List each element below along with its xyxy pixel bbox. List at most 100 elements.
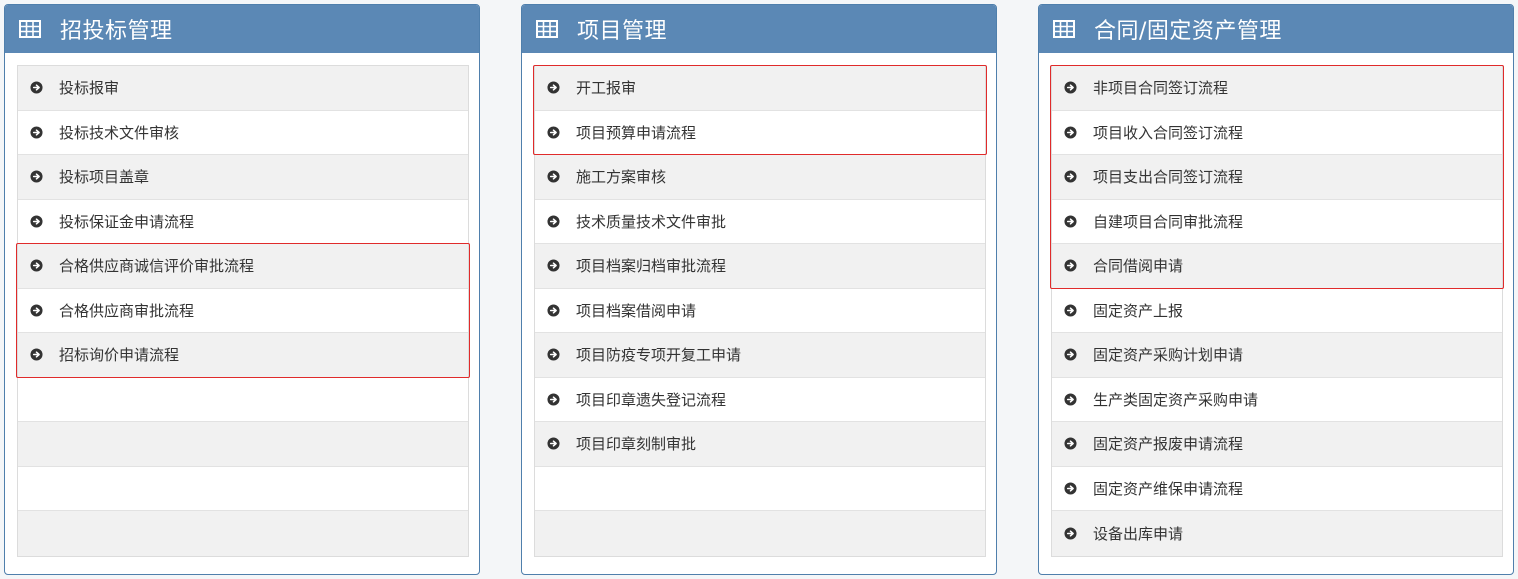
process-link-row[interactable]: 投标报审: [18, 66, 468, 111]
process-link-row[interactable]: 项目印章刻制审批: [535, 422, 985, 467]
process-link-row[interactable]: 设备出库申请: [1052, 511, 1502, 556]
process-link-row[interactable]: 开工报审: [535, 66, 985, 111]
process-link-row[interactable]: 项目支出合同签订流程: [1052, 155, 1502, 200]
circle-arrow-right-icon: [547, 437, 560, 450]
process-link-row[interactable]: 项目档案归档审批流程: [535, 244, 985, 289]
panel-bidding-management: 招投标管理 投标报审投标技术文件审核 投标项目盖章投标保证金申请流程合格供应商诚信…: [4, 4, 480, 575]
circle-arrow-right-icon: [1064, 482, 1077, 495]
circle-arrow-right-icon: [1064, 437, 1077, 450]
process-list: 开工报审 项目预算申请流程 施工方案审核技术质量技术文件审批 项目档案归档审批流程项…: [534, 65, 986, 557]
panel-header: 合同/固定资产管理: [1039, 5, 1513, 53]
process-link-label[interactable]: 设备出库申请: [1093, 523, 1183, 544]
process-link-label[interactable]: 开工报审: [576, 77, 636, 98]
circle-arrow-right-icon: [547, 259, 560, 272]
process-list: 投标报审投标技术文件审核 投标项目盖章投标保证金申请流程合格供应商诚信评价审批流程…: [17, 65, 469, 557]
process-list: 非项目合同签订流程 项目收入合同签订流程 项目支出合同签订流程 自建项目合同审批流程合…: [1051, 65, 1503, 557]
circle-arrow-right-icon: [1064, 126, 1077, 139]
circle-arrow-right-icon: [1064, 348, 1077, 361]
panel-header: 项目管理: [522, 5, 996, 53]
process-link-label[interactable]: 项目预算申请流程: [576, 122, 696, 143]
circle-arrow-right-icon: [547, 81, 560, 94]
process-link-row[interactable]: 非项目合同签订流程: [1052, 66, 1502, 111]
empty-row: [18, 511, 468, 556]
process-link-label[interactable]: 固定资产报废申请流程: [1093, 433, 1243, 454]
process-link-label[interactable]: 合同借阅申请: [1093, 255, 1183, 276]
process-link-row[interactable]: 投标项目盖章: [18, 155, 468, 200]
process-link-label[interactable]: 合格供应商审批流程: [59, 300, 194, 321]
circle-arrow-right-icon: [1064, 259, 1077, 272]
circle-arrow-right-icon: [547, 393, 560, 406]
process-link-label[interactable]: 项目收入合同签订流程: [1093, 122, 1243, 143]
table-grid-icon: [536, 20, 558, 38]
circle-arrow-right-icon: [1064, 215, 1077, 228]
process-link-label[interactable]: 合格供应商诚信评价审批流程: [59, 255, 254, 276]
process-link-row[interactable]: 项目收入合同签订流程: [1052, 110, 1502, 155]
circle-arrow-right-icon: [30, 348, 43, 361]
panel-project-management: 项目管理 开工报审 项目预算申请流程 施工方案审核技术质量技术文件审批 项目档案归档…: [521, 4, 997, 575]
process-link-label[interactable]: 非项目合同签订流程: [1093, 77, 1228, 98]
circle-arrow-right-icon: [547, 304, 560, 317]
process-link-row[interactable]: 技术质量技术文件审批: [535, 199, 985, 244]
process-link-row[interactable]: 项目预算申请流程: [535, 110, 985, 155]
process-link-label[interactable]: 项目印章遗失登记流程: [576, 389, 726, 410]
process-link-row[interactable]: 项目印章遗失登记流程: [535, 377, 985, 422]
process-link-label[interactable]: 施工方案审核: [576, 166, 666, 187]
table-grid-icon: [1053, 20, 1075, 38]
process-link-row[interactable]: 固定资产采购计划申请: [1052, 333, 1502, 378]
circle-arrow-right-icon: [1064, 170, 1077, 183]
process-link-label[interactable]: 投标保证金申请流程: [59, 211, 194, 232]
circle-arrow-right-icon: [30, 215, 43, 228]
panel-header: 招投标管理: [5, 5, 479, 53]
process-link-label[interactable]: 招标询价申请流程: [59, 344, 179, 365]
panel-title: 项目管理: [577, 19, 668, 44]
empty-row: [18, 377, 468, 422]
empty-row: [18, 422, 468, 467]
panel-title: 合同/固定资产管理: [1094, 19, 1282, 44]
process-link-row[interactable]: 投标技术文件审核: [18, 110, 468, 155]
process-link-row[interactable]: 项目档案借阅申请: [535, 288, 985, 333]
process-link-label[interactable]: 生产类固定资产采购申请: [1093, 389, 1258, 410]
process-link-row[interactable]: 招标询价申请流程: [18, 333, 468, 378]
process-link-label[interactable]: 项目档案归档审批流程: [576, 255, 726, 276]
process-link-label[interactable]: 项目档案借阅申请: [576, 300, 696, 321]
process-link-label[interactable]: 自建项目合同审批流程: [1093, 211, 1243, 232]
process-link-row[interactable]: 固定资产报废申请流程: [1052, 422, 1502, 467]
circle-arrow-right-icon: [30, 81, 43, 94]
circle-arrow-right-icon: [30, 304, 43, 317]
circle-arrow-right-icon: [547, 215, 560, 228]
circle-arrow-right-icon: [1064, 304, 1077, 317]
process-link-label[interactable]: 项目防疫专项开复工申请: [576, 344, 741, 365]
panel-title: 招投标管理: [60, 19, 173, 44]
circle-arrow-right-icon: [1064, 81, 1077, 94]
process-link-row[interactable]: 固定资产维保申请流程: [1052, 466, 1502, 511]
circle-arrow-right-icon: [547, 126, 560, 139]
process-link-row[interactable]: 合格供应商诚信评价审批流程: [18, 244, 468, 289]
process-link-label[interactable]: 投标项目盖章: [59, 166, 149, 187]
process-link-label[interactable]: 固定资产采购计划申请: [1093, 344, 1243, 365]
circle-arrow-right-icon: [30, 126, 43, 139]
process-link-row[interactable]: 合格供应商审批流程: [18, 288, 468, 333]
process-link-label[interactable]: 项目支出合同签订流程: [1093, 166, 1243, 187]
process-link-row[interactable]: 合同借阅申请: [1052, 244, 1502, 289]
circle-arrow-right-icon: [30, 259, 43, 272]
circle-arrow-right-icon: [30, 170, 43, 183]
process-link-label[interactable]: 投标报审: [59, 77, 119, 98]
process-link-label[interactable]: 项目印章刻制审批: [576, 433, 696, 454]
process-link-row[interactable]: 项目防疫专项开复工申请: [535, 333, 985, 378]
process-link-row[interactable]: 自建项目合同审批流程: [1052, 199, 1502, 244]
process-link-row[interactable]: 生产类固定资产采购申请: [1052, 377, 1502, 422]
process-link-label[interactable]: 投标技术文件审核: [59, 122, 179, 143]
circle-arrow-right-icon: [547, 170, 560, 183]
table-grid-icon: [19, 20, 41, 38]
process-link-row[interactable]: 投标保证金申请流程: [18, 199, 468, 244]
circle-arrow-right-icon: [1064, 393, 1077, 406]
empty-row: [18, 466, 468, 511]
process-link-label[interactable]: 技术质量技术文件审批: [576, 211, 726, 232]
process-link-label[interactable]: 固定资产维保申请流程: [1093, 478, 1243, 499]
circle-arrow-right-icon: [1064, 527, 1077, 540]
process-link-label[interactable]: 固定资产上报: [1093, 300, 1183, 321]
process-link-row[interactable]: 固定资产上报: [1052, 288, 1502, 333]
process-link-row[interactable]: 施工方案审核: [535, 155, 985, 200]
empty-row: [535, 511, 985, 556]
empty-row: [535, 466, 985, 511]
